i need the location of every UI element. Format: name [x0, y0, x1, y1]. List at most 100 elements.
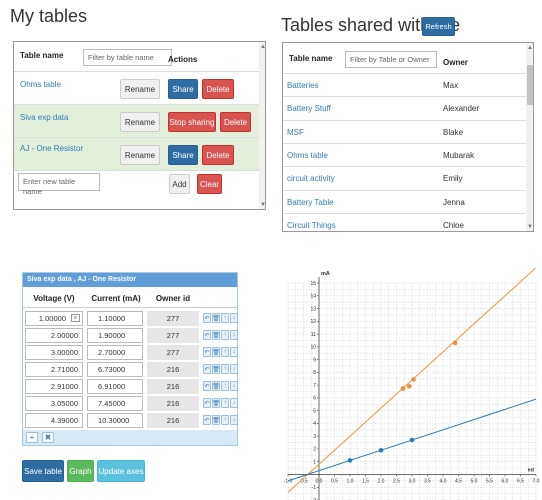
save-table-button[interactable]: Save table	[22, 460, 64, 482]
delete-button[interactable]: Delete	[220, 112, 251, 132]
move-down-icon[interactable]: ↓	[230, 364, 238, 374]
shared-table-link[interactable]: Battery Stuff	[287, 104, 331, 113]
col-voltage: Voltage (V)	[33, 294, 75, 303]
shared-scrollbar[interactable]: ▲ ▼	[526, 43, 533, 231]
move-down-icon[interactable]: ↓	[230, 398, 238, 408]
table-link[interactable]: Ohms table	[20, 80, 61, 89]
grid-title: Siva exp data , AJ - One Resistor	[23, 273, 237, 287]
update-axes-button[interactable]: Update axes	[97, 460, 145, 482]
x-tick-label: 1.5	[362, 478, 369, 484]
my-tables-panel: Table name Filter by table name Actions …	[13, 41, 266, 210]
voltage-cell[interactable]: 4.39000	[25, 413, 83, 428]
current-cell[interactable]: 6.91000	[87, 379, 143, 394]
scroll-down-icon[interactable]: ▼	[260, 202, 265, 208]
scroll-up-icon[interactable]: ▲	[260, 44, 265, 50]
x-tick-label: 3.0	[409, 478, 416, 484]
shared-table-link[interactable]: Circuit Things	[287, 221, 336, 230]
delete-button[interactable]: Delete	[202, 79, 234, 99]
stop-sharing-button[interactable]: Stop sharing	[168, 112, 216, 132]
shared-table-link[interactable]: Ohms table	[287, 151, 328, 160]
rename-button[interactable]: Rename	[120, 79, 160, 99]
rename-button[interactable]: Rename	[120, 145, 160, 165]
scroll-up-icon[interactable]: ▲	[527, 45, 533, 51]
y-tick-label: 14	[310, 294, 316, 300]
move-up-icon[interactable]: ↑	[221, 381, 229, 391]
move-up-icon[interactable]: ↑	[221, 347, 229, 357]
trash-icon[interactable]: 🗑	[212, 364, 220, 374]
move-up-icon[interactable]: ↑	[221, 313, 229, 323]
add-button[interactable]: Add	[169, 174, 190, 194]
move-up-icon[interactable]: ↑	[221, 398, 229, 408]
voltage-cell[interactable]: 2.91000	[25, 379, 83, 394]
undo-icon[interactable]: ↶	[203, 415, 211, 425]
current-cell[interactable]: 6.73000	[87, 362, 143, 377]
col-owner-id: Owner id	[155, 294, 191, 303]
voltage-cell[interactable]: 2.71000	[25, 362, 83, 377]
new-table-name-input[interactable]: Enter new table name	[18, 173, 100, 196]
y-tick-label: 13	[310, 306, 316, 312]
undo-icon[interactable]: ↶	[203, 330, 211, 340]
move-down-icon[interactable]: ↓	[230, 347, 238, 357]
shared-table-link[interactable]: Batteries	[287, 81, 319, 90]
y-tick-label: 2	[313, 447, 316, 453]
owner-cell: Alexander	[443, 104, 480, 114]
share-button[interactable]: Share	[168, 79, 198, 99]
undo-icon[interactable]: ↶	[203, 347, 211, 357]
shared-table-link[interactable]: Battery Table	[287, 198, 334, 207]
move-down-icon[interactable]: ↓	[230, 415, 238, 425]
shared-table-row: Batteries Max	[283, 73, 526, 96]
current-cell[interactable]: 7.45000	[87, 396, 143, 411]
shared-filter-input[interactable]: Filter by Table or Owner	[345, 51, 437, 68]
move-down-icon[interactable]: ↓	[230, 330, 238, 340]
graph-button[interactable]: Graph	[67, 460, 94, 482]
move-up-icon[interactable]: ↑	[221, 415, 229, 425]
undo-icon[interactable]: ↶	[203, 398, 211, 408]
grid-row: 2.91000 6.91000 216 ↶ 🗑 ↑ ↓	[23, 378, 238, 395]
voltage-cell[interactable]: 3.00000	[25, 345, 83, 360]
clear-button[interactable]: Clear	[197, 174, 222, 194]
move-down-icon[interactable]: ↓	[230, 381, 238, 391]
y-tick-label: 9	[313, 357, 316, 363]
shared-table-row: Ohms table Mubarak	[283, 142, 526, 166]
refresh-button[interactable]: Refresh	[422, 17, 455, 36]
delete-button[interactable]: Delete	[202, 145, 234, 165]
table-link[interactable]: Siva exp data	[20, 113, 68, 122]
my-tables-scrollbar[interactable]: ▲ ▼	[259, 42, 265, 209]
trash-icon[interactable]: 🗑	[212, 381, 220, 391]
scroll-down-icon[interactable]: ▼	[527, 224, 533, 230]
trash-icon[interactable]: 🗑	[212, 330, 220, 340]
current-cell[interactable]: 1.10000	[87, 311, 143, 326]
undo-icon[interactable]: ↶	[203, 313, 211, 323]
my-tables-filter-input[interactable]: Filter by table name	[83, 49, 172, 66]
undo-icon[interactable]: ↶	[203, 364, 211, 374]
shared-table-link[interactable]: circuit activity	[287, 174, 335, 183]
y-axis-label: mA	[321, 271, 330, 277]
move-up-icon[interactable]: ↑	[221, 330, 229, 340]
delete-rows-icon[interactable]: ✖	[42, 432, 54, 443]
current-cell[interactable]: 10.30000	[87, 413, 143, 428]
current-cell[interactable]: 1.90000	[87, 328, 143, 343]
x-tick-label: 0.5	[331, 478, 338, 484]
trash-icon[interactable]: 🗑	[212, 415, 220, 425]
share-button[interactable]: Share	[168, 145, 198, 165]
add-row-icon[interactable]: +	[26, 432, 38, 443]
trash-icon[interactable]: 🗑	[212, 347, 220, 357]
trash-icon[interactable]: 🗑	[212, 398, 220, 408]
shared-table-link[interactable]: MSF	[287, 128, 304, 137]
x-tick-label: 7.0	[533, 478, 540, 484]
grid-row: 4.39000 10.30000 216 ↶ 🗑 ↑ ↓	[23, 412, 238, 429]
scroll-thumb[interactable]	[527, 65, 533, 105]
trash-icon[interactable]: 🗑	[212, 313, 220, 323]
col-actions: Actions	[168, 55, 198, 64]
voltage-cell[interactable]: 2.00000	[25, 328, 83, 343]
voltage-cell[interactable]: 3.05000	[25, 396, 83, 411]
move-down-icon[interactable]: ↓	[230, 313, 238, 323]
rename-button[interactable]: Rename	[120, 112, 160, 132]
shared-table-row: Battery Stuff Alexander	[283, 96, 526, 119]
data-point	[347, 458, 353, 463]
cell-editor-icon[interactable]: ≡	[71, 314, 80, 322]
current-cell[interactable]: 2.70000	[87, 345, 143, 360]
table-link[interactable]: AJ - One Resistor	[20, 144, 83, 153]
undo-icon[interactable]: ↶	[203, 381, 211, 391]
move-up-icon[interactable]: ↑	[221, 364, 229, 374]
